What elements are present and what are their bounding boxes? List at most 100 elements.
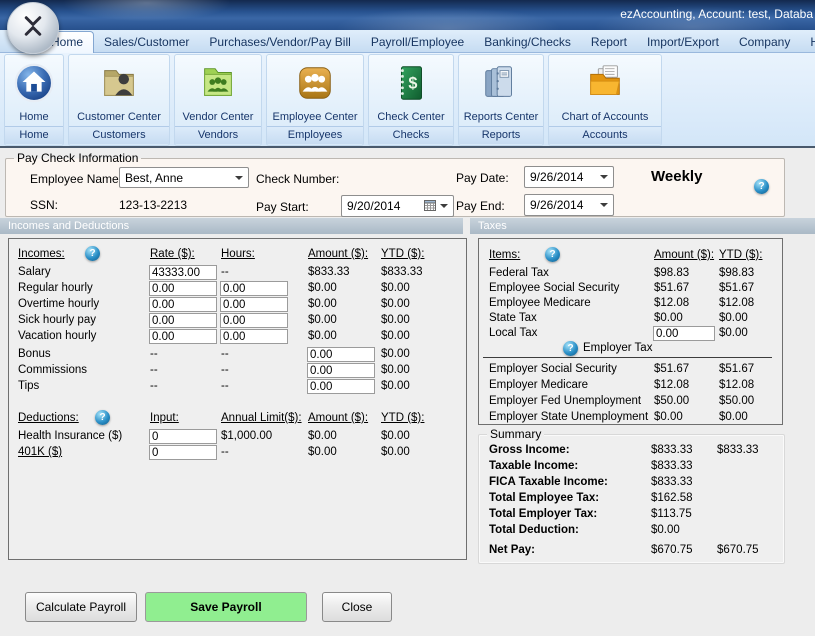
help-globe-icon[interactable] <box>754 179 769 194</box>
customer-center-label: Customer Center <box>69 111 169 126</box>
employee-name-select[interactable]: Best, Anne <box>119 167 249 188</box>
401k-ytd: $0.00 <box>381 446 410 458</box>
sick-hourly-hours-input[interactable] <box>220 313 288 328</box>
gross-income-ytd: $833.33 <box>717 444 759 456</box>
tab-purchases-vendor-pay-bill[interactable]: Purchases/Vendor/Pay Bill <box>199 32 360 52</box>
tax-label: Employer State Unemployment <box>489 411 648 423</box>
taxes-header-row: Items: Amount ($): YTD ($): <box>479 248 782 264</box>
summary-row-fica-taxable-income: FICA Taxable Income: $833.33 <box>479 475 784 491</box>
total-employee-tax-amount: $162.58 <box>651 492 693 504</box>
reports-center-button[interactable]: Reports Center Reports <box>458 54 544 146</box>
regular-hourly-ytd: $0.00 <box>381 282 410 294</box>
salary-ytd: $833.33 <box>381 266 423 278</box>
ssn-label: SSN: <box>30 198 58 212</box>
calculate-payroll-button[interactable]: Calculate Payroll <box>25 592 137 622</box>
401k-input[interactable] <box>149 445 217 460</box>
pay-end-select[interactable]: 9/26/2014 <box>524 194 614 216</box>
tab-company[interactable]: Company <box>729 32 800 52</box>
commissions-amount-input[interactable] <box>307 363 375 378</box>
income-label: Vacation hourly <box>18 330 96 342</box>
salary-rate-input[interactable] <box>149 265 217 280</box>
customer-center-button[interactable]: Customer Center Customers <box>68 54 170 146</box>
chart-of-accounts-button[interactable]: Chart of Accounts Accounts <box>548 54 662 146</box>
vendor-center-button[interactable]: Vendor Center Vendors <box>174 54 262 146</box>
close-button[interactable]: Close <box>322 592 392 622</box>
regular-hourly-hours-input[interactable] <box>220 281 288 296</box>
hours-header: Hours: <box>221 248 255 260</box>
income-label: Salary <box>18 266 51 278</box>
tax-label: Local Tax <box>489 327 537 339</box>
window-title: ezAccounting, Account: test, Databa <box>620 7 813 21</box>
bonus-amount-input[interactable] <box>307 347 375 362</box>
summary-label: Total Employee Tax: <box>489 492 599 504</box>
total-deduction-amount: $0.00 <box>651 524 680 536</box>
ssn-value: 123-13-2213 <box>119 198 187 212</box>
employee-name-value: Best, Anne <box>125 171 183 185</box>
incomes-header-row: Incomes: Rate ($): Hours: Amount ($): YT… <box>9 247 466 263</box>
incomes-header: Incomes: <box>18 248 65 260</box>
overtime-hourly-hours-input[interactable] <box>220 297 288 312</box>
401k-link[interactable]: 401K ($) <box>18 446 62 458</box>
tab-payroll-employee[interactable]: Payroll/Employee <box>361 32 474 52</box>
vendor-center-label: Vendor Center <box>175 111 261 126</box>
vacation-hourly-hours-input[interactable] <box>220 329 288 344</box>
net-pay-ytd: $670.75 <box>717 544 759 556</box>
pay-date-select[interactable]: 9/26/2014 <box>524 166 614 188</box>
employer-medicare-amount: $12.08 <box>654 379 689 391</box>
summary-label: Taxable Income: <box>489 460 578 472</box>
local-tax-input[interactable] <box>653 326 715 341</box>
income-row-bonus: Bonus -- -- $0.00 <box>9 347 466 363</box>
gross-income-amount: $833.33 <box>651 444 693 456</box>
vendors-group-caption: Vendors <box>175 126 261 144</box>
income-row-commissions: Commissions -- -- $0.00 <box>9 363 466 379</box>
home-button[interactable]: Home Home <box>4 54 64 146</box>
app-menu-orb[interactable] <box>7 2 59 54</box>
tab-report[interactable]: Report <box>581 32 637 52</box>
tab-sales-customer[interactable]: Sales/Customer <box>94 32 199 52</box>
menu-bar: Home Sales/Customer Purchases/Vendor/Pay… <box>0 30 815 53</box>
taxable-income-amount: $833.33 <box>651 460 693 472</box>
pay-end-label: Pay End: <box>456 199 505 213</box>
deduction-row-health-insurance: Health Insurance ($) $1,000.00 $0.00 $0.… <box>9 429 466 445</box>
help-globe-icon[interactable] <box>85 246 100 261</box>
vacation-hourly-rate-input[interactable] <box>149 329 217 344</box>
pay-date-label: Pay Date: <box>456 171 509 185</box>
health-insurance-input[interactable] <box>149 429 217 444</box>
overtime-hourly-rate-input[interactable] <box>149 297 217 312</box>
accounts-group-caption: Accounts <box>549 126 661 144</box>
tax-row-employer-state-unemployment: Employer State Unemployment $0.00 $0.00 <box>479 410 782 426</box>
regular-hourly-rate-input[interactable] <box>149 281 217 296</box>
help-globe-icon[interactable] <box>563 341 578 356</box>
pay-start-datepicker[interactable]: 9/20/2014 <box>341 195 454 217</box>
tab-help[interactable]: Help <box>800 32 815 52</box>
tax-row-employee-social-security: Employee Social Security $51.67 $51.67 <box>479 281 782 297</box>
pay-start-label: Pay Start: <box>256 200 309 214</box>
help-globe-icon[interactable] <box>545 247 560 262</box>
employer-tax-heading-row: Employer Tax <box>483 342 772 358</box>
taxes-panel: Items: Amount ($): YTD ($): Federal Tax … <box>478 238 783 425</box>
deduction-row-401k: 401K ($) -- $0.00 $0.00 <box>9 445 466 461</box>
tab-import-export[interactable]: Import/Export <box>637 32 729 52</box>
reports-group-caption: Reports <box>459 126 543 144</box>
tab-banking-checks[interactable]: Banking/Checks <box>474 32 581 52</box>
check-center-button[interactable]: $ Check Center Checks <box>368 54 454 146</box>
tips-amount-input[interactable] <box>307 379 375 394</box>
vacation-hourly-ytd: $0.00 <box>381 330 410 342</box>
employee-center-button[interactable]: Employee Center Employees <box>266 54 364 146</box>
help-globe-icon[interactable] <box>95 410 110 425</box>
ribbon-toolbar: Home Home Customer Center Customers <box>0 53 815 148</box>
sick-hourly-rate-input[interactable] <box>149 313 217 328</box>
federal-tax-ytd: $98.83 <box>719 267 754 279</box>
employer-suta-ytd: $0.00 <box>719 411 748 423</box>
input-header: Input: <box>150 412 179 424</box>
reports-center-label: Reports Center <box>459 111 543 126</box>
health-insurance-ytd: $0.00 <box>381 430 410 442</box>
save-payroll-button[interactable]: Save Payroll <box>145 592 307 622</box>
fica-taxable-income-amount: $833.33 <box>651 476 693 488</box>
employee-center-label: Employee Center <box>267 111 363 126</box>
chart-of-accounts-label: Chart of Accounts <box>549 111 661 126</box>
home-button-label: Home <box>5 111 63 126</box>
tax-row-employee-medicare: Employee Medicare $12.08 $12.08 <box>479 296 782 312</box>
summary-row-taxable-income: Taxable Income: $833.33 <box>479 459 784 475</box>
overtime-hourly-ytd: $0.00 <box>381 298 410 310</box>
